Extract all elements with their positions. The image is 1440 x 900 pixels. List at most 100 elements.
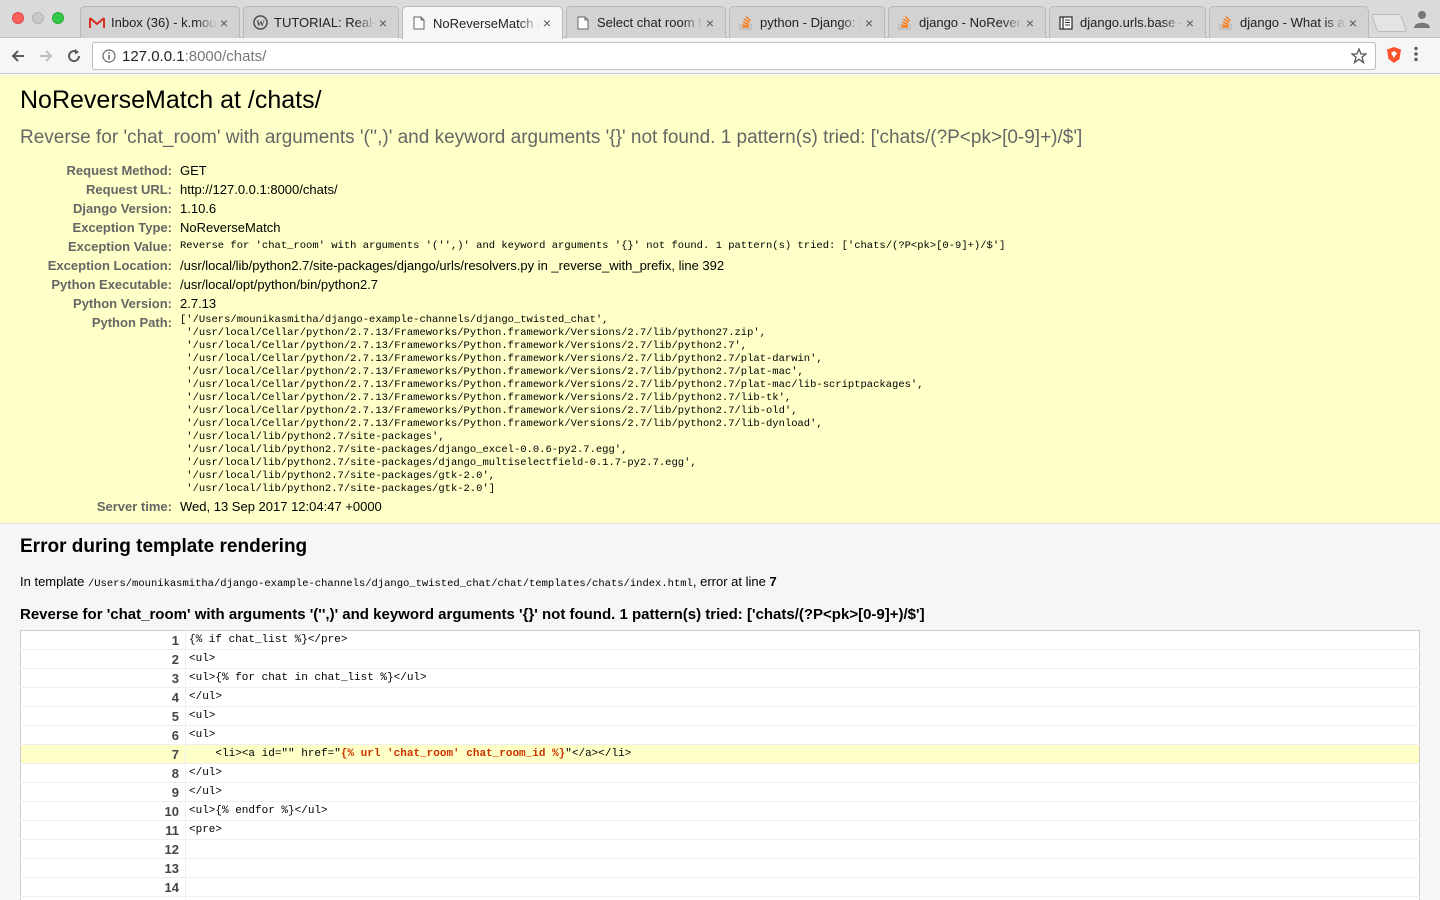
line-code: <ul> xyxy=(189,653,216,665)
meta-label: Python Version: xyxy=(73,296,172,311)
line-code: {% endif %} xyxy=(186,897,1420,900)
source-line: 10 <ul>{% endfor %}</ul> xyxy=(20,801,1420,821)
line-code: </ul> xyxy=(189,767,223,779)
line-code xyxy=(186,878,1420,897)
stackoverflow-icon xyxy=(738,15,754,31)
source-line: 14 xyxy=(20,877,1420,897)
browser-tab[interactable]: Select chat room to × xyxy=(566,6,726,38)
browser-tab[interactable]: Inbox (36) - k.mounikasmitha × xyxy=(80,6,240,38)
line-number: 3 xyxy=(20,668,186,688)
line-number: 4 xyxy=(20,687,186,707)
browser-tab[interactable]: W TUTORIAL: Real-time × xyxy=(243,6,399,38)
reload-button[interactable] xyxy=(64,46,84,66)
browser-tab[interactable]: django - What is a N × xyxy=(1209,6,1369,38)
close-icon[interactable]: × xyxy=(862,16,876,30)
address-bar[interactable]: 127.0.0.1:8000/chats/ xyxy=(92,42,1376,70)
server-time-value: Wed, 13 Sep 2017 12:04:47 +0000 xyxy=(180,499,382,514)
line-number: 10 xyxy=(20,801,186,821)
back-button[interactable] xyxy=(8,46,28,66)
forward-button[interactable] xyxy=(36,46,56,66)
line-number: 14 xyxy=(20,877,186,897)
close-window-button[interactable] xyxy=(12,12,24,24)
line-code: </ul> xyxy=(189,786,223,798)
tab-title: django - NoReverseMatch xyxy=(919,15,1023,30)
template-error-intro: In template /Users/mounikasmitha/django-… xyxy=(20,574,777,590)
meta-label: Exception Type: xyxy=(72,220,172,235)
new-tab-button[interactable] xyxy=(1370,14,1408,32)
close-icon[interactable]: × xyxy=(1346,16,1360,30)
svg-text:W: W xyxy=(256,18,265,28)
line-code: {% if chat_list %}</pre> xyxy=(189,634,348,646)
line-number: 2 xyxy=(20,649,186,669)
menu-icon[interactable] xyxy=(1414,46,1418,67)
meta-label: Server time: xyxy=(96,499,172,514)
tab-title: Inbox (36) - k.mounikasmitha xyxy=(111,15,217,30)
close-icon[interactable]: × xyxy=(217,16,231,30)
browser-tab-active[interactable]: NoReverseMatch at /chats/ × xyxy=(402,6,563,39)
brave-shield-icon[interactable] xyxy=(1386,46,1402,69)
page-content: NoReverseMatch at /chats/ Reverse for 'c… xyxy=(0,75,1440,900)
tab-title: TUTORIAL: Real-time xyxy=(274,15,376,30)
exception-value-value: Reverse for 'chat_room' with arguments '… xyxy=(180,240,1006,252)
line-number: 8 xyxy=(20,763,186,783)
source-line: 13 xyxy=(20,858,1420,878)
page-icon xyxy=(411,15,427,31)
meta-row: Request URL: http://127.0.0.1:8000/chats… xyxy=(20,180,1005,199)
line-code: </ul> xyxy=(189,691,223,703)
meta-label: Request URL: xyxy=(86,182,172,197)
source-line: 15{% endif %} xyxy=(20,896,1420,900)
exception-type-value: NoReverseMatch xyxy=(180,220,281,235)
line-code: <ul> xyxy=(189,710,216,722)
book-icon xyxy=(1058,15,1074,31)
meta-row: Exception Value: Reverse for 'chat_room'… xyxy=(20,237,1005,256)
url-text: 127.0.0.1:8000/chats/ xyxy=(122,47,267,65)
tab-title: python - Django: fo xyxy=(760,15,862,30)
browser-tab[interactable]: django - NoReverseMatch × xyxy=(888,6,1046,38)
close-icon[interactable]: × xyxy=(540,16,554,30)
template-error-heading: Error during template rendering xyxy=(20,536,308,557)
profile-icon[interactable] xyxy=(1414,10,1430,33)
source-line: 9 </ul> xyxy=(20,782,1420,802)
close-icon[interactable]: × xyxy=(703,16,717,30)
template-error-message: Reverse for 'chat_room' with arguments '… xyxy=(20,606,925,623)
source-line: 5 <ul> xyxy=(20,706,1420,726)
close-icon[interactable]: × xyxy=(1183,16,1197,30)
info-icon[interactable] xyxy=(102,49,116,63)
line-number: 13 xyxy=(20,858,186,878)
line-code: <ul>{% endfor %}</ul> xyxy=(189,805,328,817)
browser-tab[interactable]: python - Django: fo × xyxy=(729,6,885,38)
source-line: 4 </ul> xyxy=(20,687,1420,707)
line-code: <ul> xyxy=(189,729,216,741)
line-number: 9 xyxy=(20,782,186,802)
line-number: 6 xyxy=(20,725,186,745)
meta-label: Exception Value: xyxy=(67,239,172,254)
browser-tab[interactable]: django.urls.base — D × xyxy=(1049,6,1206,38)
meta-row: Python Path: ['/Users/mounikasmitha/djan… xyxy=(20,313,1005,497)
meta-label: Python Path: xyxy=(91,315,172,330)
line-number: 12 xyxy=(20,839,186,859)
request-meta-table: Request Method: GET Request URL: http://… xyxy=(20,161,1006,516)
tab-title: django - What is a N xyxy=(1240,15,1346,30)
meta-row: Python Executable: /usr/local/opt/python… xyxy=(20,275,1005,294)
close-icon[interactable]: × xyxy=(1023,16,1037,30)
browser-toolbar: 127.0.0.1:8000/chats/ xyxy=(0,38,1440,74)
line-number: 5 xyxy=(20,706,186,726)
line-code xyxy=(186,859,1420,878)
line-number: 7 xyxy=(20,744,186,764)
template-source-table: 1 {% if chat_list %}</pre> 2 <ul> 3 <ul>{% fo… xyxy=(20,630,1420,900)
close-icon[interactable]: × xyxy=(376,16,390,30)
tab-title: Select chat room to xyxy=(597,15,703,30)
tab-title: NoReverseMatch at /chats/ xyxy=(433,15,540,31)
page-icon xyxy=(575,15,591,31)
source-line: 2 <ul> xyxy=(20,649,1420,669)
template-path: /Users/mounikasmitha/django-example-chan… xyxy=(87,578,693,590)
meta-label: Django Version: xyxy=(73,201,172,216)
request-method-value: GET xyxy=(180,163,207,178)
minimize-window-button[interactable] xyxy=(32,12,44,24)
bookmark-star-icon[interactable] xyxy=(1350,47,1368,69)
source-line-error: 7 <li><a id="" href="{% url 'chat_room' … xyxy=(20,744,1420,764)
source-line: 8 </ul> xyxy=(20,763,1420,783)
maximize-window-button[interactable] xyxy=(52,12,64,24)
exception-message: Reverse for 'chat_room' with arguments '… xyxy=(20,127,1083,148)
line-number: 15 xyxy=(20,896,186,900)
